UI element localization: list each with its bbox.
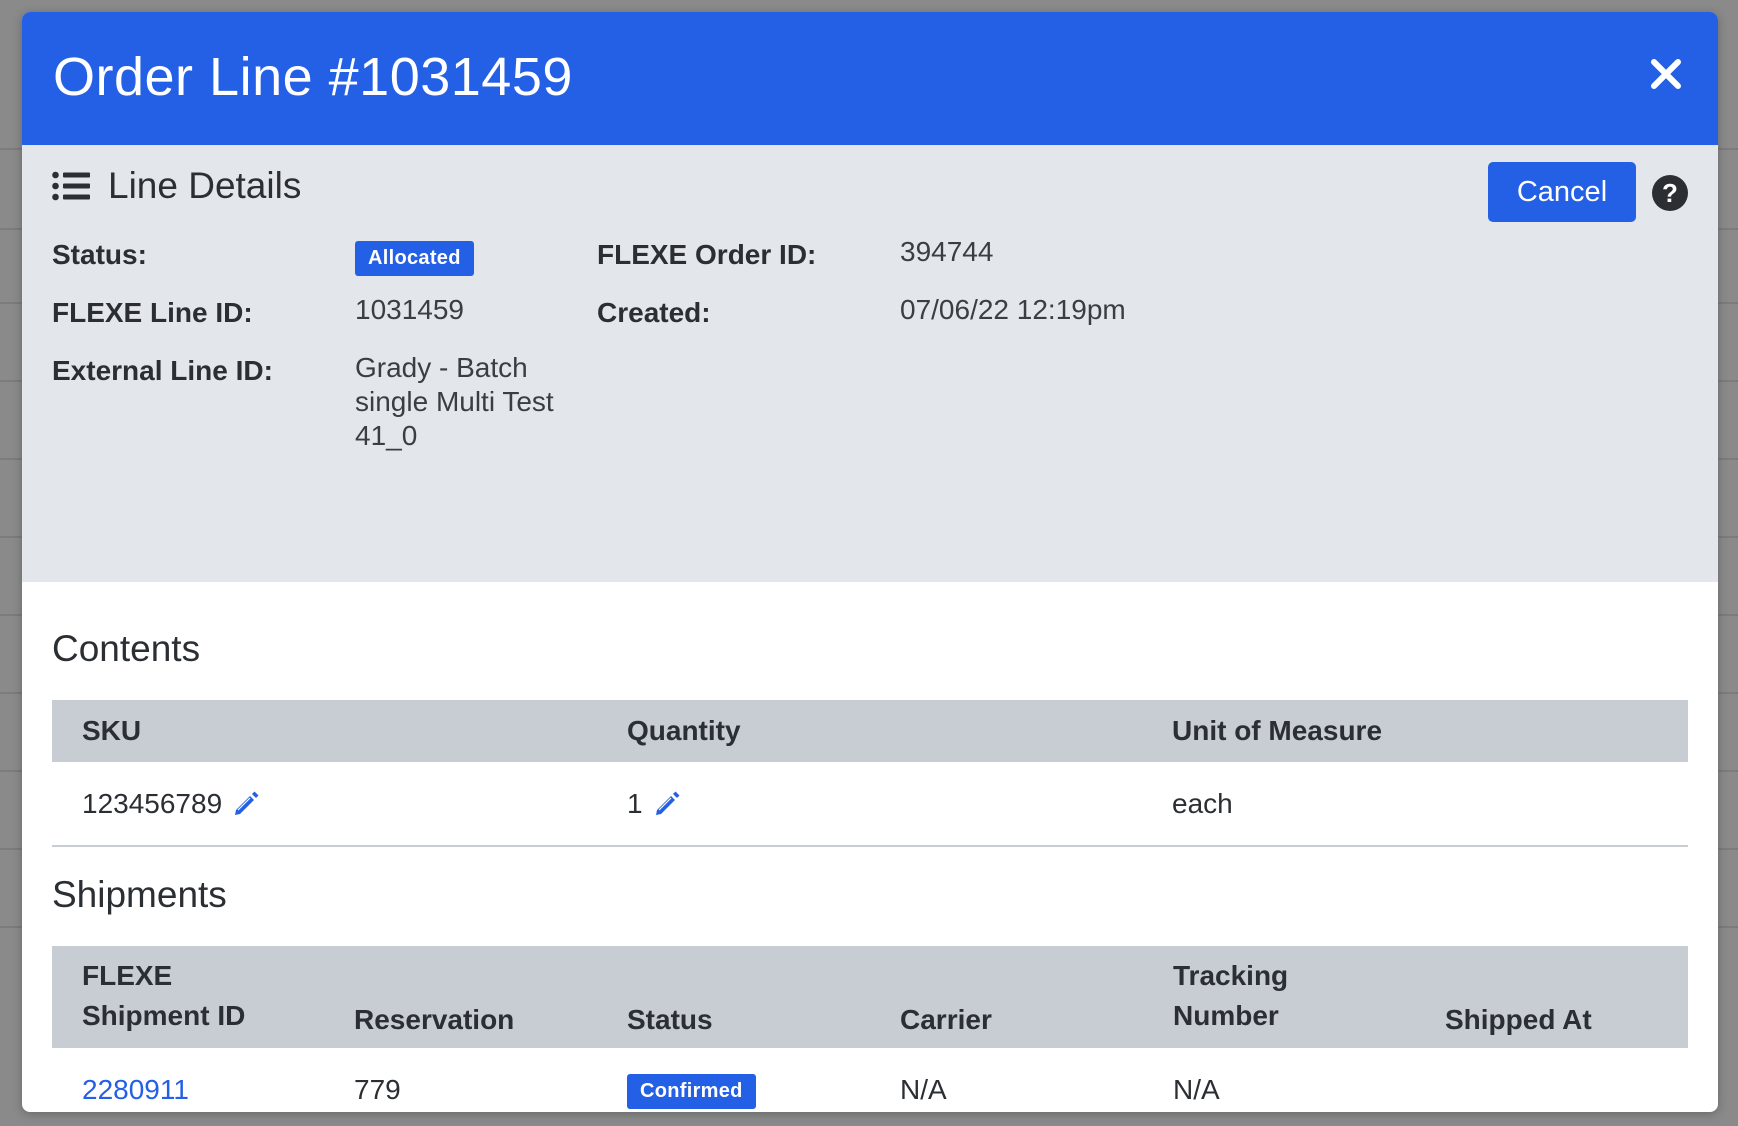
column-header-line: Tracking — [1173, 960, 1289, 991]
carrier-cell: N/A — [900, 1074, 947, 1105]
shipments-table: FLEXE Shipment ID Reservation Status Car… — [52, 946, 1688, 1112]
table-row: 123456789 1 each — [52, 762, 1688, 846]
external-id-label: External Line ID: — [52, 355, 273, 386]
created-value: 07/06/22 12:19pm — [900, 294, 1126, 325]
line-details-panel: Line Details Cancel ? Status: Allocated … — [22, 145, 1718, 582]
shipped-at-cell — [1415, 1048, 1688, 1112]
shipment-status-cell: Confirmed — [597, 1048, 870, 1112]
column-header-line: Shipment ID — [82, 1000, 246, 1031]
created-label: Created: — [597, 297, 711, 328]
line-details-header: Line Details — [52, 165, 301, 207]
close-icon[interactable] — [1644, 52, 1688, 96]
column-header-line: FLEXE — [82, 960, 173, 991]
line-details-title: Line Details — [108, 165, 302, 206]
reservation-cell: 779 — [354, 1074, 401, 1105]
column-header-shipped-at[interactable]: Shipped At — [1415, 946, 1688, 1048]
external-id-line: 41_0 — [355, 420, 418, 451]
order-id-value: 394744 — [900, 236, 994, 267]
shipments-header-row: FLEXE Shipment ID Reservation Status Car… — [52, 946, 1688, 1048]
question-circle-icon[interactable]: ? — [1651, 174, 1689, 212]
column-header-quantity[interactable]: Quantity — [597, 700, 1142, 762]
column-header-reservation[interactable]: Reservation — [324, 946, 597, 1048]
list-icon — [52, 171, 90, 201]
order-id-label: FLEXE Order ID: — [597, 239, 817, 270]
contents-table: SKU Quantity Unit of Measure 123456789 1 — [52, 700, 1688, 847]
modal-header: Order Line #1031459 — [22, 12, 1718, 145]
shipment-id-link[interactable]: 2280911 — [82, 1074, 189, 1105]
shipment-id-cell: 2280911 — [52, 1048, 324, 1112]
shipments-title: Shipments — [52, 874, 227, 915]
line-id-value: 1031459 — [355, 294, 465, 325]
column-header-line: Number — [1173, 1000, 1279, 1031]
contents-header-row: SKU Quantity Unit of Measure — [52, 700, 1688, 762]
pencil-icon[interactable] — [232, 790, 260, 818]
quantity-value: 1 — [627, 787, 643, 819]
column-header-uom[interactable]: Unit of Measure — [1142, 700, 1688, 762]
tracking-cell: N/A — [1173, 1074, 1220, 1105]
uom-cell: each — [1172, 787, 1233, 819]
contents-title: Contents — [52, 628, 201, 669]
table-row: 2280911 779 Confirmed N/A N/A — [52, 1048, 1688, 1112]
column-header-tracking[interactable]: Tracking Number — [1143, 946, 1415, 1048]
sku-cell: 123456789 — [52, 762, 597, 846]
column-header-sku[interactable]: SKU — [52, 700, 597, 762]
pencil-icon[interactable] — [653, 790, 681, 818]
external-id-value: Grady - Batch single Multi Test 41_0 — [355, 351, 554, 453]
column-header-carrier[interactable]: Carrier — [870, 946, 1143, 1048]
external-id-line: single Multi Test — [355, 386, 554, 417]
order-line-modal: Order Line #1031459 Line Details Cancel … — [22, 12, 1718, 1112]
column-header-status[interactable]: Status — [597, 946, 870, 1048]
status-label: Status: — [52, 239, 147, 270]
cancel-button[interactable]: Cancel — [1488, 162, 1636, 222]
external-id-line: Grady - Batch — [355, 352, 528, 383]
sku-value: 123456789 — [82, 787, 223, 819]
column-header-shipment-id[interactable]: FLEXE Shipment ID — [52, 946, 324, 1048]
status-badge: Allocated — [355, 241, 474, 276]
status-value: Allocated — [355, 239, 474, 276]
svg-text:?: ? — [1662, 178, 1678, 208]
line-id-label: FLEXE Line ID: — [52, 297, 253, 328]
modal-title: Order Line #1031459 — [53, 47, 573, 107]
quantity-cell: 1 — [597, 762, 1142, 846]
shipment-status-badge: Confirmed — [627, 1073, 756, 1109]
